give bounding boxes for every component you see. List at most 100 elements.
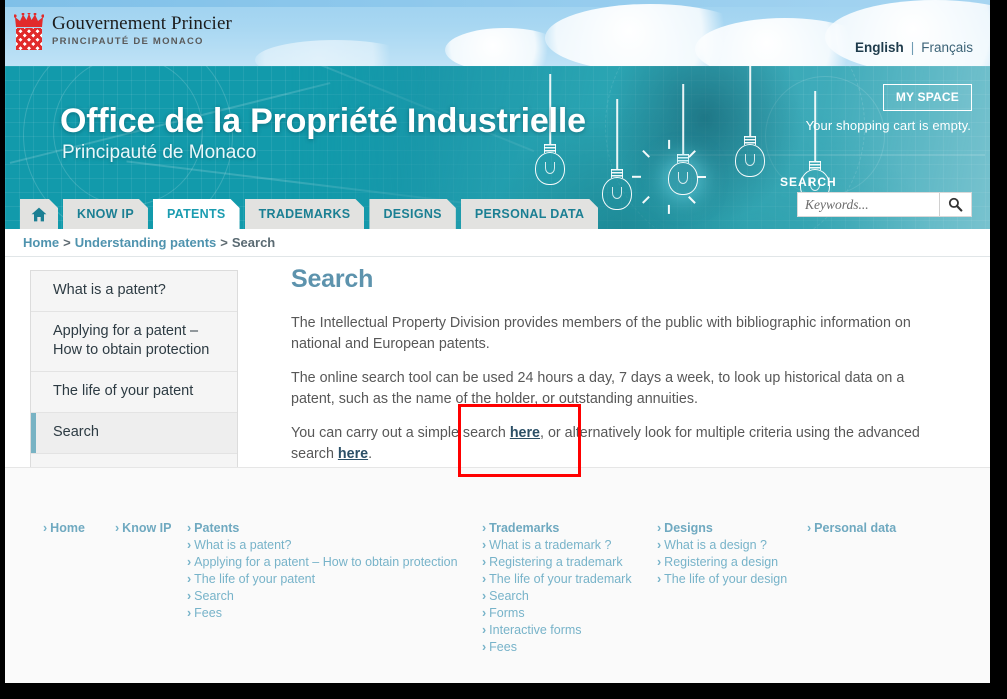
chevron-right-icon: › xyxy=(187,606,192,620)
chevron-right-icon: › xyxy=(187,572,192,586)
chevron-right-icon: › xyxy=(482,572,487,586)
browser-viewport: Gouvernement Princier PRINCIPAUTÉ DE MON… xyxy=(5,0,990,683)
footer-link-designs-what-is[interactable]: › What is a design ? xyxy=(657,537,807,554)
sidebar-item-life-of-your-patent[interactable]: The life of your patent xyxy=(31,372,237,413)
sidebar-item-search[interactable]: Search xyxy=(31,413,237,454)
footer-link-label: Search xyxy=(489,589,529,603)
footer-link-personal-data[interactable]: › Personal data xyxy=(807,520,896,537)
footer-link-label: What is a patent? xyxy=(194,538,292,552)
header-search-box xyxy=(797,192,972,217)
nav-tab-home[interactable] xyxy=(20,199,58,229)
footer-link-trademarks[interactable]: › Trademarks xyxy=(482,520,657,537)
site-footer: › Home › Know IP › Patents › What is a paten… xyxy=(5,467,990,683)
cloud-decoration xyxy=(255,40,415,66)
footer-column-personal-data: › Personal data xyxy=(807,520,896,656)
breadcrumb-separator: > xyxy=(63,235,71,250)
chevron-right-icon: › xyxy=(482,521,487,535)
nav-tab-personal-data[interactable]: PERSONAL DATA xyxy=(461,199,598,229)
search-input[interactable] xyxy=(798,193,939,216)
chevron-right-icon: › xyxy=(657,572,662,586)
footer-link-label: Registering a trademark xyxy=(489,555,623,569)
home-icon xyxy=(31,207,47,222)
footer-link-patents-applying[interactable]: › Applying for a patent – How to obtain p… xyxy=(187,554,482,571)
footer-link-label: Home xyxy=(50,521,85,535)
chevron-right-icon: › xyxy=(482,640,487,654)
advanced-search-link[interactable]: here xyxy=(338,446,368,462)
language-switcher: English | Français xyxy=(855,40,973,55)
footer-link-home[interactable]: › Home xyxy=(43,520,115,537)
footer-link-label: Know IP xyxy=(122,521,172,535)
site-banner: Office de la Propriété Industrielle Prin… xyxy=(5,66,990,229)
footer-link-patents-life[interactable]: › The life of your patent xyxy=(187,571,482,588)
lang-separator: | xyxy=(910,40,915,55)
chevron-right-icon: › xyxy=(657,538,662,552)
simple-search-link[interactable]: here xyxy=(510,425,540,441)
nav-tab-designs[interactable]: DESIGNS xyxy=(369,199,455,229)
footer-link-trademarks-what-is[interactable]: › What is a trademark ? xyxy=(482,537,657,554)
banner-subtitle: Principauté de Monaco xyxy=(62,142,257,163)
footer-link-label: Personal data xyxy=(814,521,897,535)
breadcrumb: Home > Understanding patents > Search xyxy=(5,229,990,257)
footer-link-trademarks-registering[interactable]: › Registering a trademark xyxy=(482,554,657,571)
chevron-right-icon: › xyxy=(482,538,487,552)
lang-english[interactable]: English xyxy=(855,40,904,55)
government-logo[interactable]: Gouvernement Princier PRINCIPAUTÉ DE MON… xyxy=(14,13,232,51)
main-navigation: KNOW IP PATENTS TRADEMARKS DESIGNS PERSO… xyxy=(20,197,598,229)
nav-tab-patents[interactable]: PATENTS xyxy=(153,199,240,229)
chevron-right-icon: › xyxy=(482,555,487,569)
footer-link-trademarks-search[interactable]: › Search xyxy=(482,588,657,605)
content-paragraph-1: The Intellectual Property Division provi… xyxy=(291,315,911,352)
chevron-right-icon: › xyxy=(657,555,662,569)
breadcrumb-separator: > xyxy=(220,235,228,250)
banner-title: Office de la Propriété Industrielle xyxy=(60,102,586,140)
footer-link-label: Interactive forms xyxy=(489,623,582,637)
sidebar-item-applying-for-a-patent[interactable]: Applying for a patent – How to obtain pr… xyxy=(31,312,237,372)
logo-title: Gouvernement Princier xyxy=(52,13,232,34)
sidebar-item-what-is-a-patent[interactable]: What is a patent? xyxy=(31,271,237,312)
search-button[interactable] xyxy=(939,193,971,216)
chevron-right-icon: › xyxy=(115,521,120,535)
footer-column-trademarks: › Trademarks › What is a trademark ? › Regi… xyxy=(482,520,657,656)
footer-link-label: What is a trademark ? xyxy=(489,538,612,552)
footer-link-trademarks-life[interactable]: › The life of your trademark xyxy=(482,571,657,588)
footer-link-label: Designs xyxy=(664,521,713,535)
breadcrumb-understanding-patents[interactable]: Understanding patents xyxy=(75,235,217,250)
footer-link-columns: › Home › Know IP › Patents › What is a paten… xyxy=(43,520,970,656)
footer-link-designs[interactable]: › Designs xyxy=(657,520,807,537)
footer-link-label: What is a design ? xyxy=(664,538,768,552)
lang-francais[interactable]: Français xyxy=(921,40,973,55)
footer-link-designs-life[interactable]: › The life of your design xyxy=(657,571,807,588)
footer-link-label: Registering a design xyxy=(664,555,779,569)
breadcrumb-current: Search xyxy=(231,235,276,250)
footer-link-patents-search[interactable]: › Search xyxy=(187,588,482,605)
footer-column-designs: › Designs › What is a design ? › Registerin… xyxy=(657,520,807,656)
monaco-coat-of-arms-icon xyxy=(14,13,44,51)
footer-link-trademarks-forms[interactable]: › Forms xyxy=(482,605,657,622)
footer-link-trademarks-fees[interactable]: › Fees xyxy=(482,639,657,656)
cloud-decoration xyxy=(825,0,990,66)
logo-subtitle: PRINCIPAUTÉ DE MONACO xyxy=(52,36,204,47)
page-title: Search xyxy=(291,265,374,293)
footer-link-label: Fees xyxy=(194,606,222,620)
paragraph3-text-a: You can carry out a simple search xyxy=(291,425,510,441)
footer-link-label: Patents xyxy=(194,521,240,535)
chevron-right-icon: › xyxy=(187,589,192,603)
breadcrumb-home[interactable]: Home xyxy=(23,235,59,250)
magnifier-icon xyxy=(948,197,963,212)
footer-link-patents-what-is[interactable]: › What is a patent? xyxy=(187,537,482,554)
footer-link-label: Trademarks xyxy=(489,521,560,535)
footer-link-patents[interactable]: › Patents xyxy=(187,520,482,537)
top-government-bar: Gouvernement Princier PRINCIPAUTÉ DE MON… xyxy=(5,0,990,66)
nav-tab-trademarks[interactable]: TRADEMARKS xyxy=(245,199,365,229)
footer-link-trademarks-interactive-forms[interactable]: › Interactive forms xyxy=(482,622,657,639)
footer-link-label: Search xyxy=(194,589,234,603)
chevron-right-icon: › xyxy=(43,521,48,535)
footer-link-patents-fees[interactable]: › Fees xyxy=(187,605,482,622)
my-space-button[interactable]: MY SPACE xyxy=(882,84,972,111)
nav-tab-know-ip[interactable]: KNOW IP xyxy=(63,199,148,229)
paragraph3-text-c: . xyxy=(368,445,373,462)
monaco-shield-icon xyxy=(16,28,42,50)
footer-link-know-ip[interactable]: › Know IP xyxy=(115,520,187,537)
footer-link-designs-registering[interactable]: › Registering a design xyxy=(657,554,807,571)
footer-link-label: Applying for a patent – How to obtain pr… xyxy=(194,555,458,569)
